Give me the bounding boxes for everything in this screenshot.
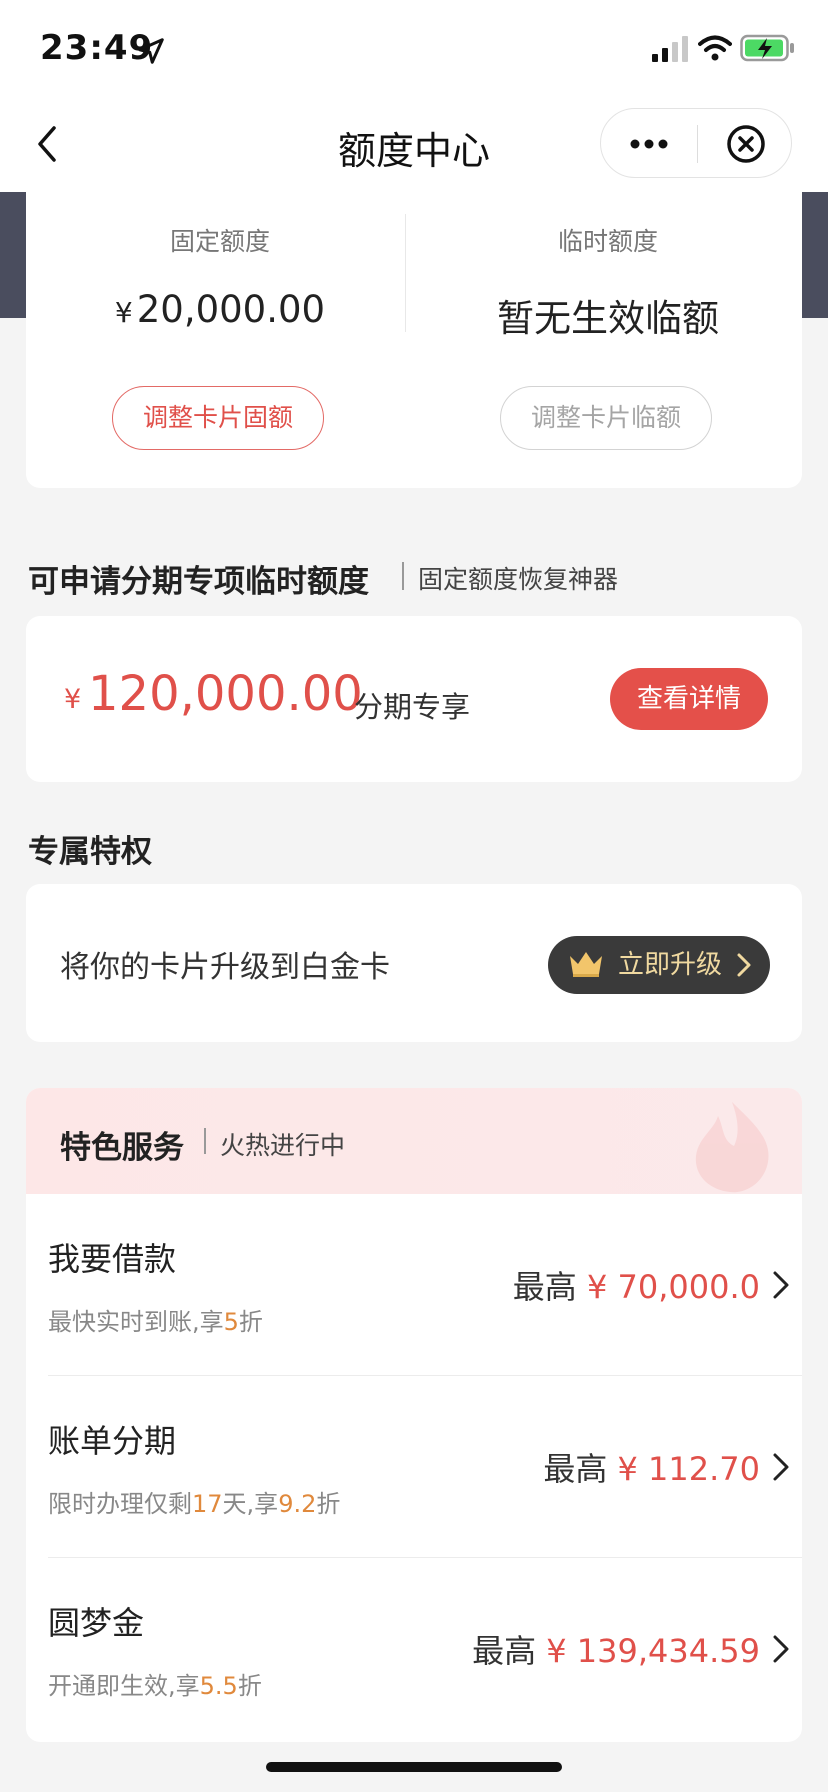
close-icon[interactable] — [725, 123, 767, 165]
adjust-fixed-limit-button[interactable]: 调整卡片固额 — [112, 386, 324, 450]
section-divider — [402, 562, 404, 590]
service-max-amount: 最高 ¥ 70,000.0 — [512, 1268, 760, 1306]
service-name: 我要借款 — [48, 1240, 177, 1278]
service-row-bill-installment[interactable]: 账单分期 限时办理仅剩17天,享9.2折 最高 ¥ 112.70 — [26, 1376, 802, 1558]
service-desc: 限时办理仅剩17天,享9.2折 — [48, 1490, 341, 1518]
currency-symbol: ¥ — [64, 684, 82, 715]
services-card: 特色服务 火热进行中 我要借款 最快实时到账,享5折 最高 ¥ 70,000.0… — [26, 1088, 802, 1742]
services-title: 特色服务 — [60, 1130, 184, 1166]
service-name: 圆梦金 — [48, 1604, 145, 1642]
currency-symbol: ¥ — [114, 296, 133, 329]
home-indicator[interactable] — [266, 1762, 562, 1772]
temp-limit-value: 暂无生效临额 — [497, 297, 719, 340]
adjust-temp-limit-button[interactable]: 调整卡片临额 — [500, 386, 712, 450]
cellular-signal-icon — [652, 36, 688, 62]
section-divider — [204, 1128, 206, 1154]
installment-tag: 分期专享 — [354, 690, 471, 724]
installment-amount: 120,000.00 — [88, 666, 363, 722]
fire-icon — [695, 1102, 769, 1193]
privilege-section-title: 专属特权 — [28, 834, 152, 870]
upgrade-description: 将你的卡片升级到白金卡 — [60, 950, 390, 985]
upgrade-button-label: 立即升级 — [618, 950, 723, 980]
services-subtitle: 火热进行中 — [220, 1131, 346, 1160]
service-max-amount: 最高 ¥ 112.70 — [543, 1450, 760, 1488]
service-desc: 最快实时到账,享5折 — [48, 1308, 263, 1336]
service-row-dream-fund[interactable]: 圆梦金 开通即生效,享5.5折 最高 ¥ 139,434.59 — [26, 1558, 802, 1740]
chevron-right-icon — [737, 953, 751, 977]
temp-limit-column: 临时额度 暂无生效临额 调整卡片临额 — [414, 192, 802, 488]
status-bar: 23:49 — [0, 0, 828, 96]
upgrade-now-button[interactable]: 立即升级 — [548, 936, 770, 994]
crown-icon — [570, 952, 602, 977]
more-icon[interactable] — [625, 129, 673, 159]
temp-limit-label: 临时额度 — [557, 227, 658, 256]
privilege-card: 将你的卡片升级到白金卡 立即升级 — [26, 884, 802, 1042]
installment-card: ¥ 120,000.00 分期专享 查看详情 — [26, 616, 802, 782]
fixed-limit-value: ¥20,000.00 — [26, 288, 414, 331]
fixed-limit-label: 固定额度 — [169, 227, 270, 256]
fixed-limit-column: 固定额度 ¥20,000.00 调整卡片固额 — [26, 192, 414, 488]
location-arrow-icon — [138, 38, 164, 64]
capsule-divider — [697, 125, 698, 163]
service-desc: 开通即生效,享5.5折 — [48, 1672, 262, 1700]
service-row-loan[interactable]: 我要借款 最快实时到账,享5折 最高 ¥ 70,000.0 — [26, 1194, 802, 1376]
limit-divider — [405, 214, 406, 332]
view-details-button[interactable]: 查看详情 — [610, 668, 768, 730]
nav-bar: 额度中心 — [0, 96, 828, 192]
chevron-right-icon — [773, 1635, 789, 1663]
chevron-right-icon — [773, 1453, 789, 1481]
limit-card: 固定额度 ¥20,000.00 调整卡片固额 临时额度 暂无生效临额 调整卡片临… — [26, 192, 802, 488]
services-header: 特色服务 火热进行中 — [26, 1088, 802, 1194]
service-max-amount: 最高 ¥ 139,434.59 — [472, 1632, 760, 1670]
mini-program-capsule — [600, 108, 792, 178]
chevron-right-icon — [773, 1271, 789, 1299]
fixed-limit-amount: 20,000.00 — [136, 288, 326, 331]
service-name: 账单分期 — [48, 1422, 177, 1460]
wifi-icon — [698, 35, 732, 61]
installment-section-subtitle: 固定额度恢复神器 — [418, 565, 619, 594]
installment-section-title: 可申请分期专项临时额度 — [28, 564, 369, 600]
battery-charging-icon — [740, 34, 794, 62]
